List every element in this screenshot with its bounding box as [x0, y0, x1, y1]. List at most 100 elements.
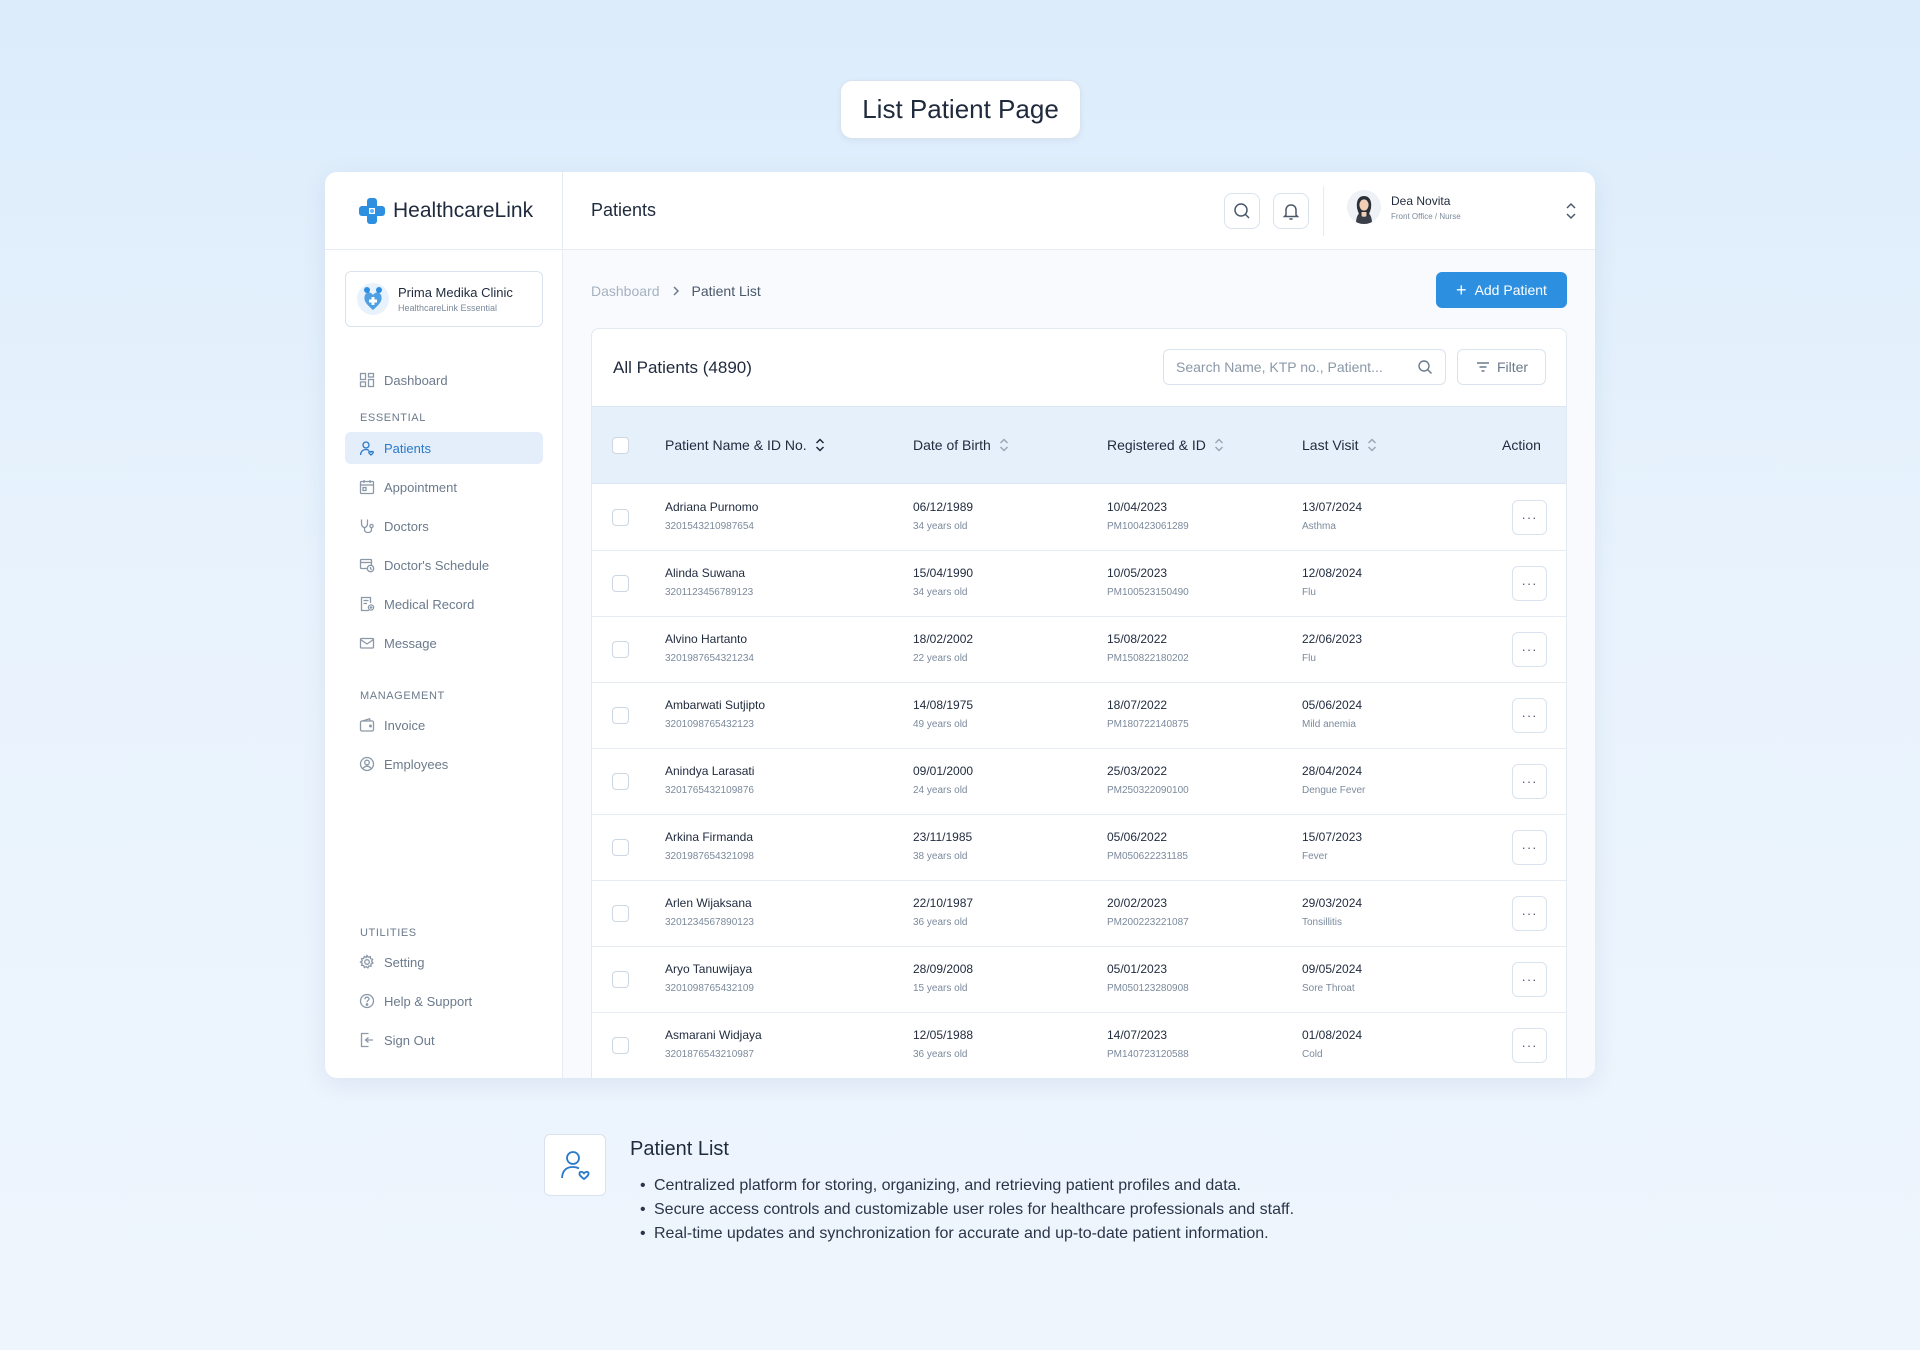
- row-actions-button[interactable]: ···: [1512, 500, 1547, 535]
- notifications-button[interactable]: [1273, 193, 1309, 229]
- sidebar-item-doctors[interactable]: Doctors: [345, 510, 543, 542]
- section-label-utilities: UTILITIES: [360, 927, 417, 939]
- table-row[interactable]: Aryo Tanuwijaya 3201098765432109 28/09/20…: [592, 947, 1566, 1013]
- patient-id: 3201098765432109: [665, 983, 754, 994]
- row-checkbox[interactable]: [612, 575, 629, 592]
- table-row[interactable]: Arkina Firmanda 3201987654321098 23/11/19…: [592, 815, 1566, 881]
- column-header-last-visit[interactable]: Last Visit: [1302, 437, 1377, 453]
- sidebar-item-employees[interactable]: Employees: [345, 748, 543, 780]
- row-actions-button[interactable]: ···: [1512, 1028, 1547, 1063]
- sidebar-item-setting[interactable]: Setting: [345, 946, 543, 978]
- registration-id: PM050123280908: [1107, 983, 1189, 994]
- column-header-registered[interactable]: Registered & ID: [1107, 437, 1224, 453]
- row-checkbox[interactable]: [612, 839, 629, 856]
- sidebar-item-patients[interactable]: Patients: [345, 432, 543, 464]
- date-of-birth: 22/10/1987: [913, 896, 974, 910]
- table-row[interactable]: Anindya Larasati 3201765432109876 09/01/2…: [592, 749, 1566, 815]
- patient-age: 34 years old: [913, 521, 968, 532]
- patient-name: Arkina Firmanda: [665, 830, 754, 844]
- user-name: Dea Novita: [1391, 193, 1451, 208]
- sidebar-item-doctors-schedule[interactable]: Doctor's Schedule: [345, 549, 543, 581]
- patient-search-input[interactable]: Search Name, KTP no., Patient...: [1163, 349, 1446, 385]
- sidebar-item-message[interactable]: Message: [345, 627, 543, 659]
- diagnosis: Flu: [1302, 587, 1316, 598]
- search-icon: [1234, 203, 1250, 219]
- row-actions-button[interactable]: ···: [1512, 566, 1547, 601]
- feature-bullet: Secure access controls and customizable …: [640, 1198, 1294, 1222]
- chevron-right-icon: [672, 286, 679, 296]
- sidebar-item-medical-record[interactable]: Medical Record: [345, 588, 543, 620]
- registration-id: PM050622231185: [1107, 851, 1188, 862]
- row-actions-button[interactable]: ···: [1512, 698, 1547, 733]
- row-actions-button[interactable]: ···: [1512, 962, 1547, 997]
- plus-icon: +: [1456, 280, 1467, 300]
- patient-id: 3201876543210987: [665, 1049, 754, 1060]
- patient-age: 22 years old: [913, 653, 968, 664]
- brand[interactable]: HealthcareLink: [325, 172, 562, 250]
- column-header-name[interactable]: Patient Name & ID No.: [665, 437, 825, 453]
- chevron-up-down-icon[interactable]: [1563, 201, 1579, 221]
- table-title: All Patients (4890): [613, 358, 752, 377]
- last-visit-date: 13/07/2024: [1302, 500, 1363, 514]
- row-actions-button[interactable]: ···: [1512, 896, 1547, 931]
- filter-button[interactable]: Filter: [1457, 349, 1546, 385]
- add-patient-button[interactable]: + Add Patient: [1436, 272, 1567, 308]
- table-row[interactable]: Adriana Purnomo 3201543210987654 06/12/19…: [592, 485, 1566, 551]
- row-checkbox[interactable]: [612, 707, 629, 724]
- select-all-checkbox[interactable]: [612, 437, 629, 454]
- sidebar-item-dashboard[interactable]: Dashboard: [345, 364, 543, 396]
- app-window: HealthcareLink Prima Medika Clinic Healt…: [325, 172, 1595, 1078]
- row-checkbox[interactable]: [612, 1037, 629, 1054]
- diagnosis: Cold: [1302, 1049, 1323, 1060]
- row-checkbox[interactable]: [612, 641, 629, 658]
- row-actions-button[interactable]: ···: [1512, 764, 1547, 799]
- clinic-plan: HealthcareLink Essential: [398, 303, 498, 313]
- global-search-button[interactable]: [1224, 193, 1260, 229]
- patient-id: 3201123456789123: [665, 587, 754, 598]
- brand-name: HealthcareLink: [393, 198, 534, 222]
- table-row[interactable]: Arlen Wijaksana 3201234567890123 22/10/19…: [592, 881, 1566, 947]
- row-checkbox[interactable]: [612, 773, 629, 790]
- search-icon: [1418, 360, 1432, 374]
- patient-name: Alvino Hartanto: [665, 632, 748, 646]
- sidebar-item-appointment[interactable]: Appointment: [345, 471, 543, 503]
- registered-date: 05/06/2022: [1107, 830, 1168, 844]
- row-checkbox[interactable]: [612, 905, 629, 922]
- user-avatar-icon: [1347, 190, 1381, 224]
- row-actions-button[interactable]: ···: [1512, 632, 1547, 667]
- search-placeholder: Search Name, KTP no., Patient...: [1176, 359, 1383, 375]
- feature-icon-box: [544, 1134, 606, 1196]
- sidebar-item-invoice[interactable]: Invoice: [345, 709, 543, 741]
- sidebar-item-help-support[interactable]: Help & Support: [345, 985, 543, 1017]
- user-menu[interactable]: Dea Novita Front Office / Nurse: [1347, 190, 1461, 224]
- breadcrumb-dashboard-link[interactable]: Dashboard: [591, 283, 660, 299]
- breadcrumb-current: Patient List: [691, 283, 761, 299]
- sidebar-item-sign-out[interactable]: Sign Out: [345, 1024, 543, 1056]
- column-header-dob[interactable]: Date of Birth: [913, 437, 1009, 453]
- section-label-essential: ESSENTIAL: [360, 412, 426, 424]
- registered-date: 14/07/2023: [1107, 1028, 1168, 1042]
- dashboard-icon: [359, 372, 375, 388]
- clinic-switcher[interactable]: Prima Medika Clinic HealthcareLink Essen…: [345, 271, 543, 327]
- feature-bullet: Real-time updates and synchronization fo…: [640, 1222, 1294, 1246]
- column-label: Patient Name & ID No.: [665, 437, 807, 453]
- row-checkbox[interactable]: [612, 971, 629, 988]
- patient-id: 3201543210987654: [665, 521, 754, 532]
- last-visit-date: 15/07/2023: [1302, 830, 1363, 844]
- table-row[interactable]: Asmarani Widjaya 3201876543210987 12/05/1…: [592, 1013, 1566, 1078]
- patient-age: 36 years old: [913, 1049, 968, 1060]
- sidebar: HealthcareLink Prima Medika Clinic Healt…: [325, 172, 563, 1078]
- sidebar-item-label: Patients: [384, 440, 431, 456]
- user-role: Front Office / Nurse: [1391, 211, 1461, 221]
- sidebar-item-label: Setting: [384, 954, 425, 970]
- row-actions-button[interactable]: ···: [1512, 830, 1547, 865]
- diagnosis: Sore Throat: [1302, 983, 1355, 994]
- table-row[interactable]: Alvino Hartanto 3201987654321234 18/02/20…: [592, 617, 1566, 683]
- table-row[interactable]: Alinda Suwana 3201123456789123 15/04/1990…: [592, 551, 1566, 617]
- sidebar-item-label: Dashboard: [384, 372, 448, 388]
- patients-table-card: All Patients (4890) Search Name, KTP no.…: [591, 328, 1567, 1078]
- column-label: Last Visit: [1302, 437, 1359, 453]
- table-row[interactable]: Ambarwati Sutjipto 3201098765432123 14/08…: [592, 683, 1566, 749]
- patient-id: 3201098765432123: [665, 719, 754, 730]
- row-checkbox[interactable]: [612, 509, 629, 526]
